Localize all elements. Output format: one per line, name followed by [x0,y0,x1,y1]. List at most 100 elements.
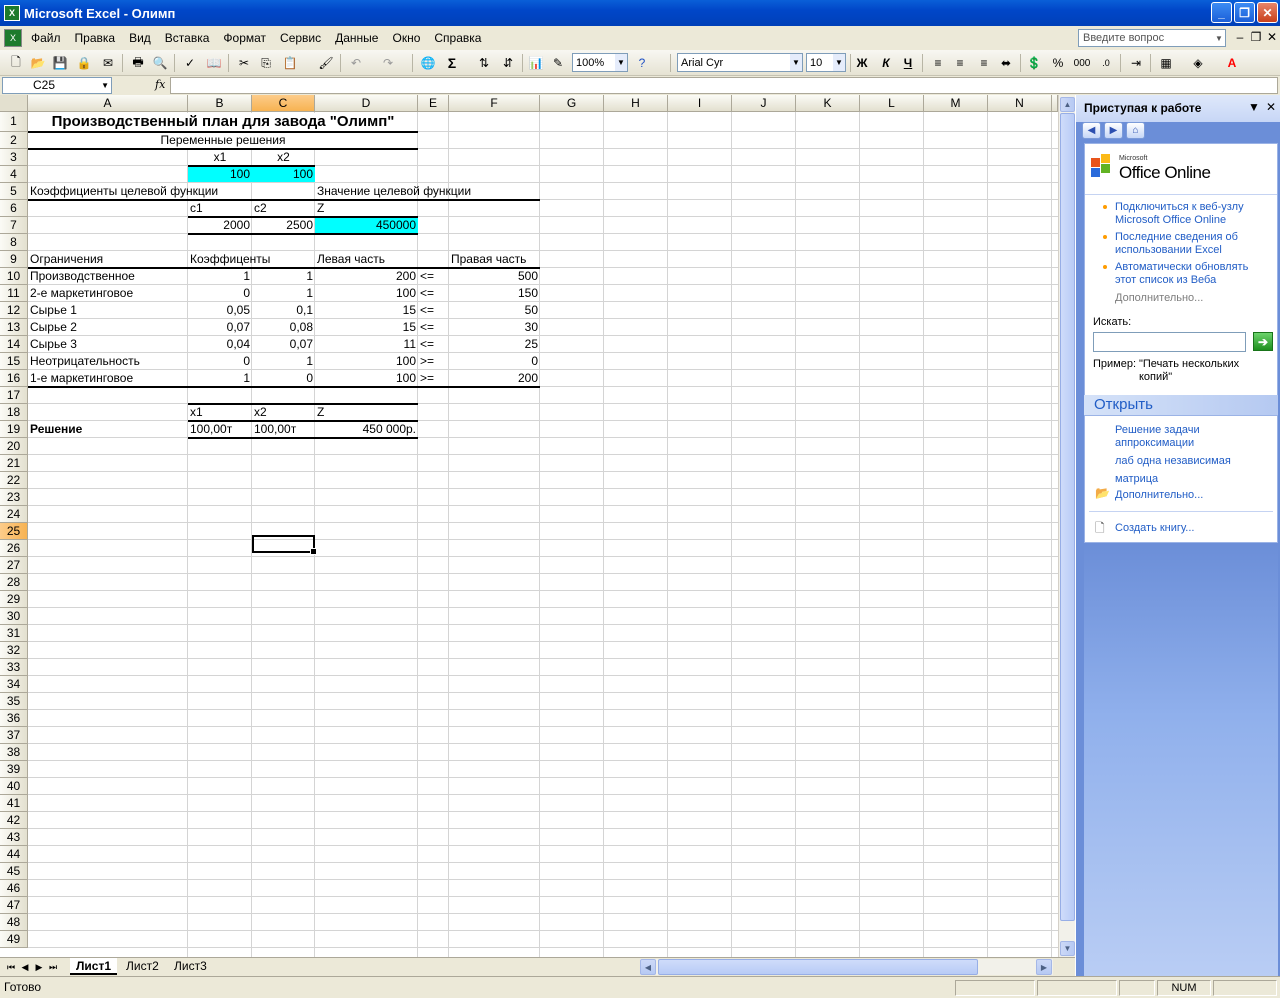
constraint-lhs[interactable]: 100 [315,285,418,302]
col-header-n[interactable]: N [988,95,1052,112]
tab-sheet1[interactable]: Лист1 [70,958,118,975]
redo-icon[interactable]: ↷ [378,53,398,73]
row-header[interactable]: 6 [0,200,28,217]
cell-a5[interactable]: Коэффициенты целевой функции [28,183,288,200]
ask-question-input[interactable]: Введите вопрос ▼ [1078,29,1226,47]
row-header[interactable]: 20 [0,438,28,455]
search-input[interactable] [1093,332,1246,352]
research-icon[interactable]: 📖 [204,53,224,73]
search-go-icon[interactable]: ➔ [1253,332,1273,351]
task-pane-close-icon[interactable]: ✕ [1266,100,1276,114]
font-color-button[interactable]: A [1222,53,1242,73]
row-header[interactable]: 12 [0,302,28,319]
cell-c4[interactable]: 100 [252,166,315,183]
recent-file-link[interactable]: лаб одна независимая [1115,455,1265,468]
help-icon[interactable]: ? [632,53,652,73]
row-header[interactable]: 11 [0,285,28,302]
sort-desc-icon[interactable]: ⇵ [498,53,518,73]
vars-header[interactable]: Переменные решения [28,132,418,149]
cell-b4[interactable]: 100 [188,166,252,183]
row-header[interactable]: 13 [0,319,28,336]
row-header[interactable]: 3 [0,149,28,166]
recent-file-link[interactable]: Решение задачи аппроксимации [1115,424,1265,450]
cell-b3[interactable]: x1 [188,149,252,166]
row-header[interactable]: 17 [0,387,28,404]
align-left-icon[interactable]: ≡ [928,53,948,73]
col-header-k[interactable]: K [796,95,860,112]
constraint-sign[interactable]: <= [418,285,449,302]
font-size-select[interactable]: 10 ▼ [806,53,846,72]
doc-minimize-button[interactable]: – [1232,30,1248,44]
underline-button[interactable]: Ч [898,53,918,73]
constraint-name[interactable]: Производственное [28,268,188,285]
indent-icon[interactable]: ⇥ [1126,53,1146,73]
cell-c19[interactable]: 100,00т [252,421,315,438]
col-header-m[interactable]: M [924,95,988,112]
row-header[interactable]: 39 [0,761,28,778]
constraint-sign[interactable]: <= [418,268,449,285]
constraint-lhs[interactable]: 100 [315,370,418,387]
home-icon[interactable]: ⌂ [1126,122,1145,139]
format-painter-icon[interactable]: 🖌 [316,53,336,73]
row-header[interactable]: 28 [0,574,28,591]
row-header[interactable]: 34 [0,676,28,693]
constraint-rhs[interactable]: 25 [449,336,540,353]
constraint-sign[interactable]: >= [418,370,449,387]
thousands-button[interactable]: 000 [1072,53,1092,73]
constraint-name[interactable]: Неотрицательность [28,353,188,370]
doc-restore-button[interactable]: ❐ [1248,30,1264,44]
cell-a9[interactable]: Ограничения [28,251,188,268]
constraint-b[interactable]: 0,04 [188,336,252,353]
first-sheet-icon[interactable]: ⏮ [4,959,18,975]
merge-center-icon[interactable]: ⬌ [996,53,1016,73]
constraint-rhs[interactable]: 30 [449,319,540,336]
cell-d18[interactable]: Z [315,404,418,421]
constraint-rhs[interactable]: 0 [449,353,540,370]
doc-close-button[interactable]: ✕ [1264,30,1280,44]
scroll-down-icon[interactable]: ▼ [1060,941,1075,956]
menu-file[interactable]: Файл [24,27,68,49]
permission-icon[interactable]: 🔒 [74,53,94,73]
tab-sheet2[interactable]: Лист2 [120,958,165,975]
row-header[interactable]: 7 [0,217,28,234]
constraint-lhs[interactable]: 200 [315,268,418,285]
constraint-lhs[interactable]: 11 [315,336,418,353]
prev-sheet-icon[interactable]: ◀ [18,959,32,975]
align-right-icon[interactable]: ≡ [974,53,994,73]
menu-view[interactable]: Вид [122,27,158,49]
constraint-name[interactable]: 1-е маркетинговое [28,370,188,387]
row-header[interactable]: 26 [0,540,28,557]
vertical-scrollbar[interactable]: ▲ ▼ [1058,95,1075,957]
constraint-c[interactable]: 0,08 [252,319,315,336]
constraint-b[interactable]: 0 [188,285,252,302]
constraint-rhs[interactable]: 50 [449,302,540,319]
row-header[interactable]: 38 [0,744,28,761]
row-header[interactable]: 14 [0,336,28,353]
paste-icon[interactable]: 📋 [280,53,300,73]
col-header-f[interactable]: F [449,95,540,112]
undo-icon[interactable]: ↶ [346,53,366,73]
row-header[interactable]: 31 [0,625,28,642]
bold-button[interactable]: Ж [852,53,872,73]
menu-format[interactable]: Формат [216,27,273,49]
menu-insert[interactable]: Вставка [158,27,217,49]
menu-data[interactable]: Данные [328,27,385,49]
constraint-b[interactable]: 1 [188,268,252,285]
insert-function-icon[interactable]: fx [155,78,165,91]
row-header[interactable]: 29 [0,591,28,608]
excel-app-icon[interactable]: X [4,5,20,21]
row-header[interactable]: 27 [0,557,28,574]
menu-window[interactable]: Окно [385,27,427,49]
row-header[interactable]: 4 [0,166,28,183]
chevron-down-icon[interactable]: ▼ [790,54,802,71]
row-header[interactable]: 10 [0,268,28,285]
last-sheet-icon[interactable]: ⏭ [46,959,60,975]
print-icon[interactable]: 🖶 [128,53,148,73]
font-select[interactable]: Arial Cyr ▼ [677,53,803,72]
email-icon[interactable]: ✉ [98,53,118,73]
scroll-up-icon[interactable]: ▲ [1060,97,1075,112]
constraint-name[interactable]: 2-е маркетинговое [28,285,188,302]
horizontal-scroll-thumb[interactable] [658,959,978,975]
col-header-h[interactable]: H [604,95,668,112]
cell-b7[interactable]: 2000 [188,217,252,234]
